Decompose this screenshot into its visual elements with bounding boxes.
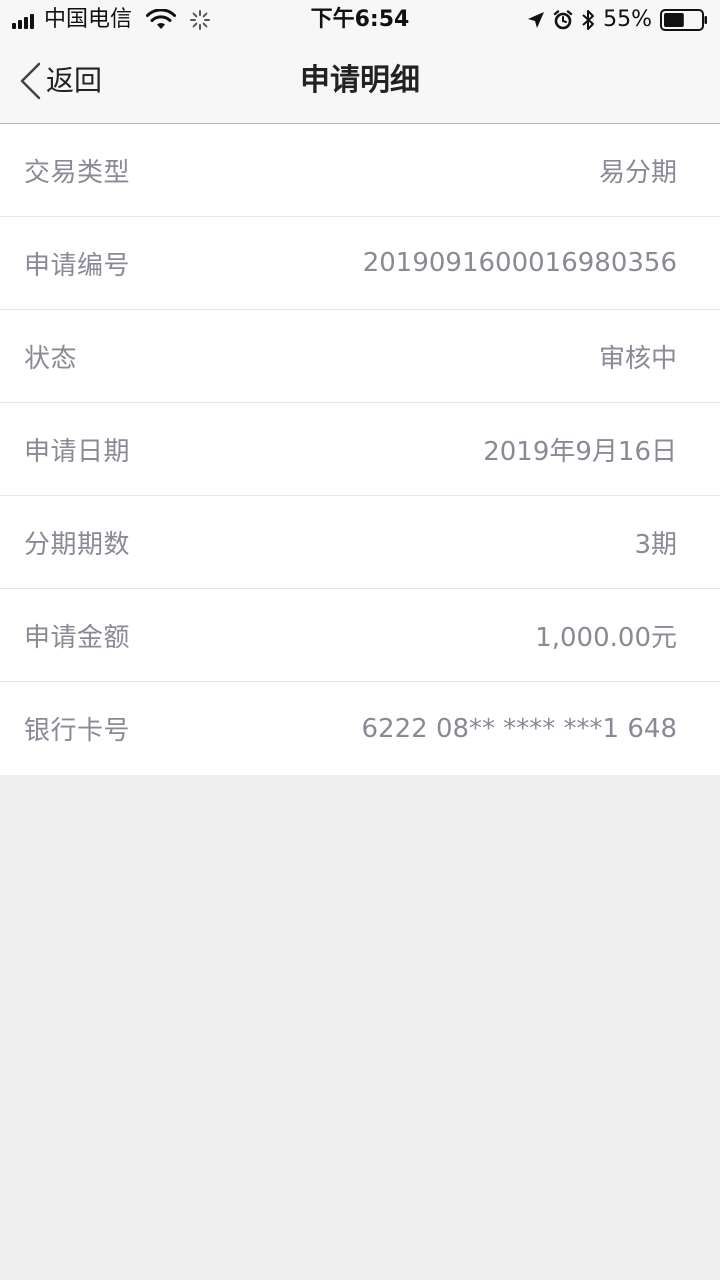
detail-row-application-number: 申请编号 2019091600016980356	[0, 217, 720, 310]
page-title: 申请明细	[300, 63, 420, 98]
detail-row-transaction-type: 交易类型 易分期	[0, 124, 720, 217]
row-value: 2019091600016980356	[362, 248, 677, 278]
row-value: 3期	[634, 529, 677, 560]
row-value: 1,000.00元	[535, 622, 677, 653]
bluetooth-icon	[582, 10, 595, 30]
row-value: 6222 08** **** ***1 648	[361, 713, 677, 744]
detail-row-bank-card: 银行卡号 6222 08** **** ***1 648	[0, 682, 720, 775]
row-value: 易分期	[598, 157, 677, 188]
detail-row-status: 状态 审核中	[0, 310, 720, 403]
detail-row-amount: 申请金额 1,000.00元	[0, 589, 720, 682]
battery-percent: 55%	[603, 7, 652, 32]
detail-row-installments: 分期期数 3期	[0, 496, 720, 589]
status-right: 55%	[527, 6, 708, 34]
location-icon	[528, 12, 545, 28]
row-value: 2019年9月16日	[483, 436, 677, 467]
detail-list: 交易类型 易分期 申请编号 2019091600016980356 状态 审核中…	[0, 124, 720, 775]
row-label: 银行卡号	[24, 716, 131, 746]
status-bar: 中国电信 下午6:54 55%	[0, 0, 720, 40]
row-label: 交易类型	[24, 157, 131, 188]
row-label: 申请编号	[24, 250, 131, 281]
row-label: 申请日期	[24, 436, 131, 467]
alarm-icon	[553, 10, 573, 30]
detail-row-application-date: 申请日期 2019年9月16日	[0, 403, 720, 496]
screen: 中国电信 下午6:54 55% 返回 申请明细 交易类型 易分期 申请编号 20…	[0, 0, 720, 1280]
battery-icon	[660, 9, 707, 31]
row-label: 分期期数	[24, 529, 131, 560]
row-value: 审核中	[598, 343, 677, 374]
row-label: 状态	[24, 343, 78, 374]
row-label: 申请金额	[24, 622, 131, 653]
nav-bar: 返回 申请明细	[0, 40, 720, 124]
